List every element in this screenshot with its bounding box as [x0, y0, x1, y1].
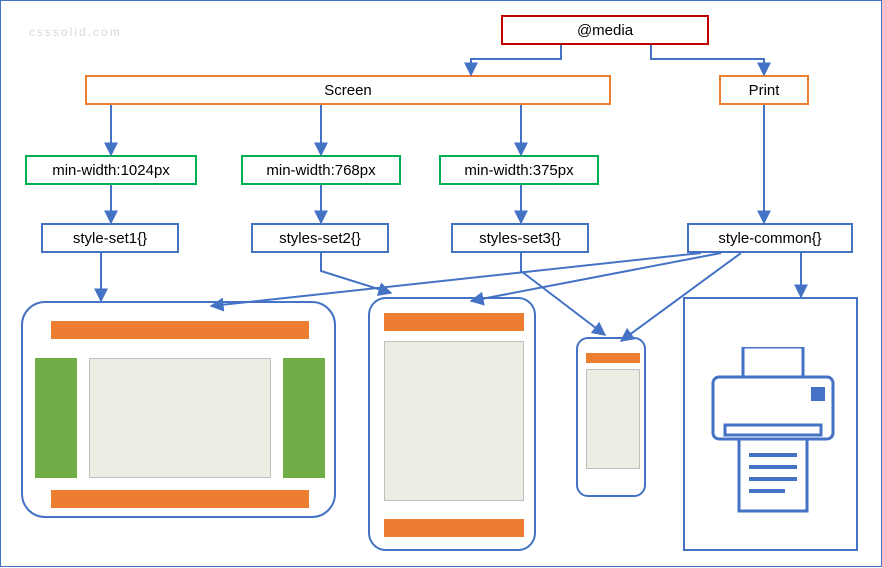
- footer-bar: [51, 490, 309, 508]
- watermark: csssolid.com: [29, 25, 122, 39]
- node-screen: Screen: [85, 75, 611, 105]
- phone-layout-mock: [576, 337, 646, 497]
- footer-bar: [384, 519, 524, 537]
- header-bar: [384, 313, 524, 331]
- node-styleset-2: styles-set2{}: [251, 223, 389, 253]
- node-mq-768: min-width:768px: [241, 155, 401, 185]
- right-sidebar: [283, 358, 325, 478]
- diagram-canvas: csssolid.com @media Screen Print min-wid…: [0, 0, 882, 567]
- content-body: [586, 369, 640, 469]
- header-bar: [586, 353, 640, 363]
- printer-icon: [705, 347, 840, 517]
- content-body: [89, 358, 271, 478]
- left-sidebar: [35, 358, 77, 478]
- node-style-common: style-common{}: [687, 223, 853, 253]
- node-mq-375: min-width:375px: [439, 155, 599, 185]
- node-mq-1024: min-width:1024px: [25, 155, 197, 185]
- desktop-layout-mock: [21, 301, 336, 518]
- header-bar: [51, 321, 309, 339]
- content-body: [384, 341, 524, 501]
- node-styleset-3: styles-set3{}: [451, 223, 589, 253]
- node-media: @media: [501, 15, 709, 45]
- tablet-layout-mock: [368, 297, 536, 551]
- node-print: Print: [719, 75, 809, 105]
- node-styleset-1: style-set1{}: [41, 223, 179, 253]
- printer-mock: [683, 297, 858, 551]
